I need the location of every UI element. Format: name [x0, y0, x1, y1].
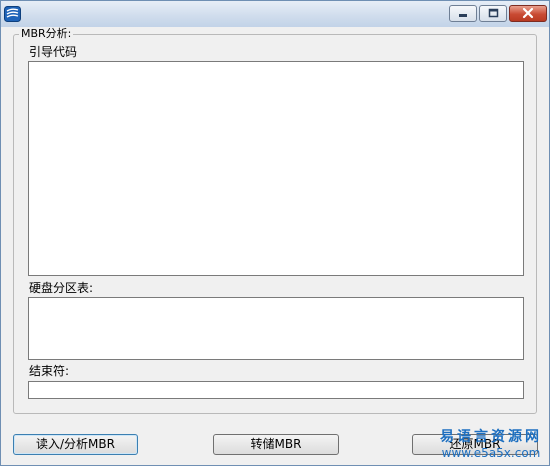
read-analyze-mbr-button[interactable]: 读入/分析MBR: [13, 434, 138, 455]
end-marker-field[interactable]: [28, 381, 524, 399]
title-bar[interactable]: [1, 1, 549, 27]
partition-table-textarea[interactable]: [28, 297, 524, 360]
close-icon: [522, 7, 534, 19]
main-window: MBR分析: 引导代码 硬盘分区表: 结束符: 读入/分析MBR 转储MBR 还…: [0, 0, 550, 466]
dump-mbr-button[interactable]: 转储MBR: [213, 434, 339, 455]
boot-code-label: 引导代码: [29, 45, 78, 59]
app-logo-icon: [4, 6, 21, 22]
minimize-button[interactable]: [449, 5, 477, 22]
watermark-title: 易语言资源网: [440, 429, 542, 445]
maximize-button[interactable]: [479, 5, 507, 22]
partition-table-label: 硬盘分区表:: [29, 281, 94, 295]
maximize-icon: [488, 8, 499, 18]
minimize-icon: [459, 14, 467, 17]
site-watermark: 易语言资源网 www.e5a5x.com: [433, 429, 549, 465]
close-button[interactable]: [509, 5, 547, 22]
boot-code-textarea[interactable]: [28, 61, 524, 276]
watermark-url: www.e5a5x.com: [441, 446, 541, 460]
end-marker-label: 结束符:: [29, 364, 70, 378]
group-caption: MBR分析:: [19, 27, 74, 40]
